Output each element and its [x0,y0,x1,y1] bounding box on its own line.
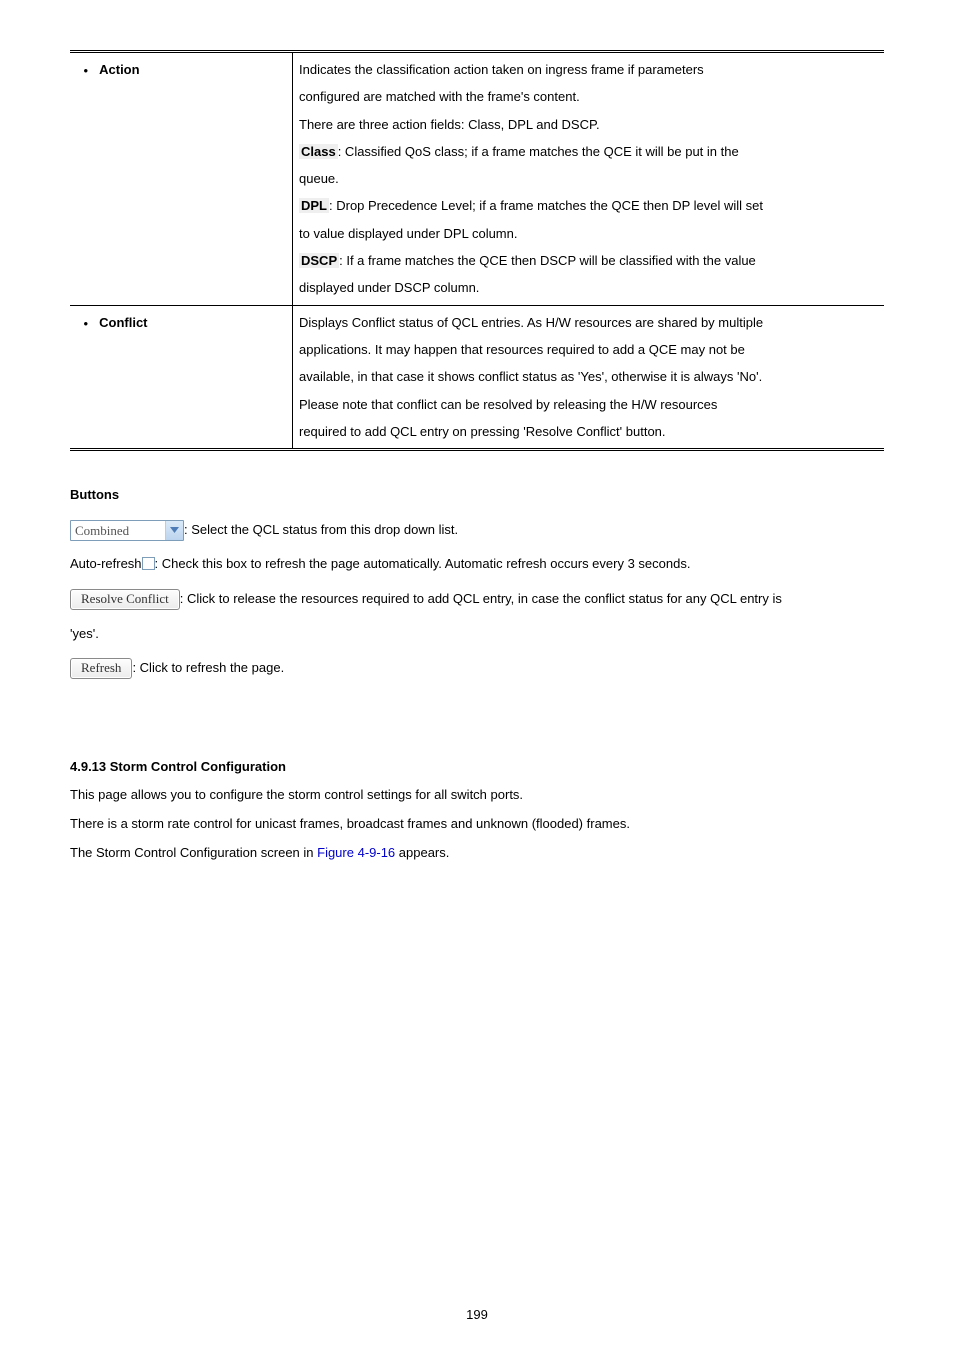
figure-link[interactable]: Figure 4-9-16 [317,845,395,860]
autorefresh-line: Auto-refresh : Check this box to refresh … [70,550,884,579]
resolve-line-2: 'yes'. [70,620,884,649]
bullet-icon: • [76,317,96,330]
refresh-button[interactable]: Refresh [70,658,132,679]
row-desc-cell: Displays Conflict status of QCL entries.… [293,305,885,449]
row-label-cell: • Action [70,52,293,306]
combo-line: Combined : Select the QCL status from th… [70,516,884,545]
row-label: Action [99,62,139,77]
qcl-status-select-value: Combined [71,521,165,540]
table-row: • Action Indicates the classification ac… [70,52,884,306]
autorefresh-checkbox[interactable] [142,557,155,570]
desc-line: DSCP: If a frame matches the QCE then DS… [299,247,878,274]
storm-p3-b: appears. [395,845,449,860]
field-rest: : Drop Precedence Level; if a frame matc… [329,198,763,213]
storm-paragraph: The Storm Control Configuration screen i… [70,839,884,868]
field-name: DSCP [299,253,339,268]
field-name: DPL [299,198,329,213]
desc-line: queue. [299,165,878,192]
desc-line: available, in that case it shows conflic… [299,363,878,390]
desc-line: Displays Conflict status of QCL entries.… [299,309,878,336]
bullet-icon: • [76,64,96,77]
desc-line: DPL: Drop Precedence Level; if a frame m… [299,192,878,219]
desc-line: Class: Classified QoS class; if a frame … [299,138,878,165]
field-name: Class [299,144,338,159]
desc-line: to value displayed under DPL column. [299,220,878,247]
autorefresh-label: Auto-refresh [70,556,142,571]
table-row: • Conflict Displays Conflict status of Q… [70,305,884,449]
desc-line: configured are matched with the frame's … [299,83,878,110]
field-rest: : If a frame matches the QCE then DSCP w… [339,253,756,268]
qcl-status-select[interactable]: Combined [70,520,184,541]
desc-line: Please note that conflict can be resolve… [299,391,878,418]
storm-paragraph: This page allows you to configure the st… [70,781,884,810]
desc-line: displayed under DSCP column. [299,274,878,301]
parameters-table: • Action Indicates the classification ac… [70,50,884,451]
row-label-cell: • Conflict [70,305,293,449]
autorefresh-desc: : Check this box to refresh the page aut… [155,556,691,571]
desc-line: applications. It may happen that resourc… [299,336,878,363]
row-desc-cell: Indicates the classification action take… [293,52,885,306]
resolve-conflict-button[interactable]: Resolve Conflict [70,589,180,610]
buttons-heading: Buttons [70,481,884,510]
refresh-desc: : Click to refresh the page. [132,660,284,675]
desc-line: There are three action fields: Class, DP… [299,111,878,138]
resolve-line: Resolve Conflict: Click to release the r… [70,585,884,614]
storm-heading: 4.9.13 Storm Control Configuration [70,753,884,782]
desc-line: required to add QCL entry on pressing 'R… [299,418,878,445]
row-label: Conflict [99,315,147,330]
resolve-desc-a: : Click to release the resources require… [180,591,782,606]
storm-p3-a: The Storm Control Configuration screen i… [70,845,317,860]
desc-line: Indicates the classification action take… [299,56,878,83]
combo-desc: : Select the QCL status from this drop d… [184,522,458,537]
storm-paragraph: There is a storm rate control for unicas… [70,810,884,839]
field-rest: : Classified QoS class; if a frame match… [338,144,739,159]
refresh-line: Refresh: Click to refresh the page. [70,654,884,683]
chevron-down-icon[interactable] [165,521,183,540]
page-number: 199 [0,1301,954,1330]
